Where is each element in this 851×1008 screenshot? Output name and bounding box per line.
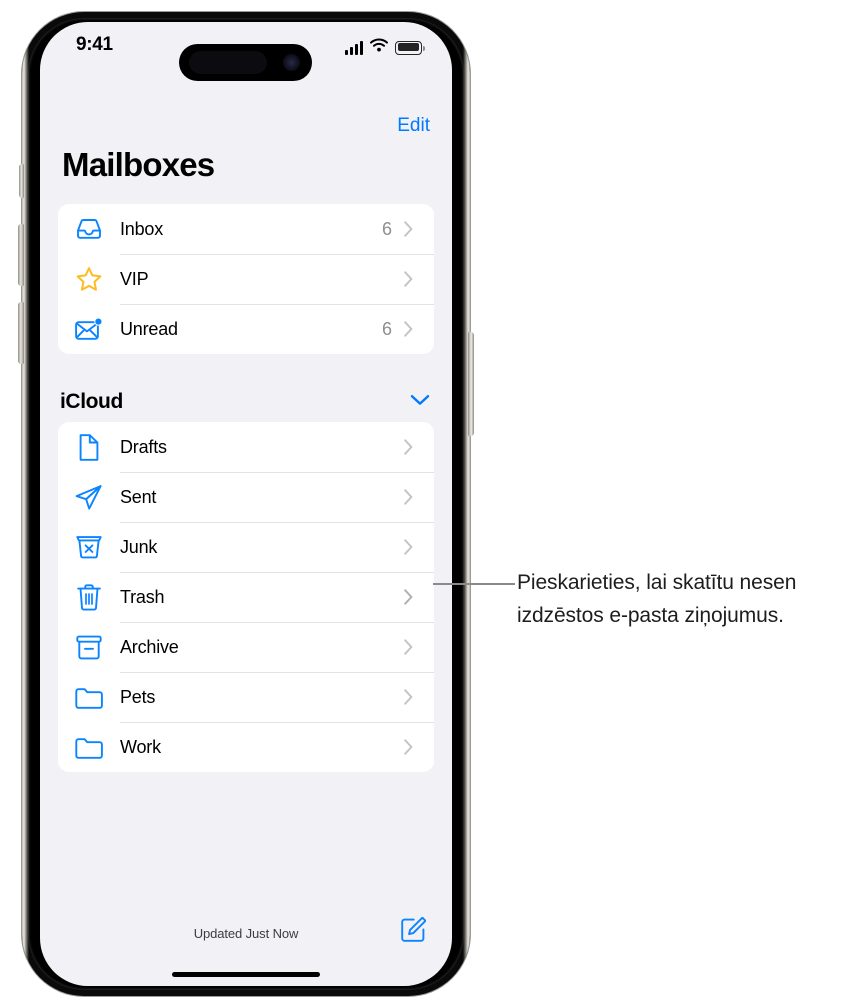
junk-bin-icon — [58, 535, 120, 559]
folder-icon — [58, 736, 120, 759]
unread-envelope-icon — [58, 317, 120, 342]
volume-down-button[interactable] — [18, 302, 24, 364]
wifi-icon — [370, 38, 388, 57]
mute-switch-button[interactable] — [19, 164, 24, 198]
chevron-right-icon — [404, 439, 434, 455]
mailbox-row-archive[interactable]: Archive — [58, 622, 434, 672]
chevron-right-icon — [404, 639, 434, 655]
mailbox-row-drafts[interactable]: Drafts — [58, 422, 434, 472]
mailbox-label: Drafts — [120, 436, 167, 457]
mailbox-label: Inbox — [120, 218, 164, 239]
inbox-tray-icon — [58, 217, 120, 241]
chevron-right-icon — [404, 739, 434, 755]
paper-plane-icon — [58, 484, 120, 510]
updated-status-text: Updated Just Now — [193, 926, 299, 941]
primary-mailboxes-list: Inbox 6 VIP Unread 6 — [58, 204, 434, 354]
mailbox-label: Trash — [120, 586, 165, 607]
mailbox-row-work[interactable]: Work — [58, 722, 434, 772]
volume-up-button[interactable] — [18, 224, 24, 286]
callout-leader-line — [433, 583, 515, 585]
mailbox-label: Work — [120, 736, 161, 757]
front-camera-icon — [283, 54, 300, 71]
chevron-right-icon — [404, 539, 434, 555]
chevron-right-icon — [404, 221, 434, 237]
compose-icon[interactable] — [400, 916, 427, 948]
callout-text: Pieskarieties, lai skatītu nesen izdzēst… — [517, 571, 797, 627]
cellular-signal-icon — [345, 40, 363, 55]
status-bar-indicators — [345, 38, 425, 57]
chevron-right-icon — [404, 321, 434, 337]
star-icon — [58, 266, 120, 293]
icloud-mailboxes-list: Drafts Sent Junk Trash Archive Pets Work — [58, 422, 434, 772]
mailbox-label: Junk — [120, 536, 158, 557]
chevron-right-icon — [404, 271, 434, 287]
dynamic-island-pill — [189, 51, 267, 74]
icloud-section-header: iCloud — [60, 390, 434, 414]
home-indicator[interactable] — [172, 972, 320, 977]
mailbox-row-unread[interactable]: Unread 6 — [58, 304, 434, 354]
document-icon — [58, 433, 120, 461]
mailbox-label: Archive — [120, 636, 179, 657]
mailbox-label: VIP — [120, 268, 149, 289]
status-bar-clock: 9:41 — [76, 34, 113, 55]
mailbox-row-junk[interactable]: Junk — [58, 522, 434, 572]
mailbox-row-inbox[interactable]: Inbox 6 — [58, 204, 434, 254]
mailbox-label: Sent — [120, 486, 157, 507]
trash-icon — [58, 583, 120, 611]
status-bar: 9:41 — [40, 22, 452, 81]
account-section-title: iCloud — [60, 390, 123, 413]
page-title: Mailboxes — [62, 146, 215, 183]
phone-screen: 9:41 Edit Mailboxes Inbox 6 VIP Unread 6… — [40, 22, 452, 986]
side-power-button[interactable] — [468, 332, 474, 436]
mailbox-row-sent[interactable]: Sent — [58, 472, 434, 522]
mailbox-row-pets[interactable]: Pets — [58, 672, 434, 722]
chevron-right-icon — [404, 589, 434, 605]
folder-icon — [58, 686, 120, 709]
mailbox-label: Unread — [120, 318, 178, 339]
archive-box-icon — [58, 635, 120, 660]
chevron-right-icon — [404, 489, 434, 505]
mailbox-row-vip[interactable]: VIP — [58, 254, 434, 304]
mailbox-row-trash[interactable]: Trash — [58, 572, 434, 622]
battery-icon — [395, 40, 425, 55]
chevron-right-icon — [404, 689, 434, 705]
mailbox-unread-count: 6 — [381, 218, 392, 239]
edit-button[interactable]: Edit — [397, 115, 430, 137]
mailbox-label: Pets — [120, 686, 156, 707]
iphone-device-frame: 9:41 Edit Mailboxes Inbox 6 VIP Unread 6… — [18, 12, 474, 996]
chevron-down-icon[interactable] — [410, 393, 434, 411]
mailbox-unread-count: 6 — [381, 318, 392, 339]
dynamic-island — [179, 44, 312, 81]
